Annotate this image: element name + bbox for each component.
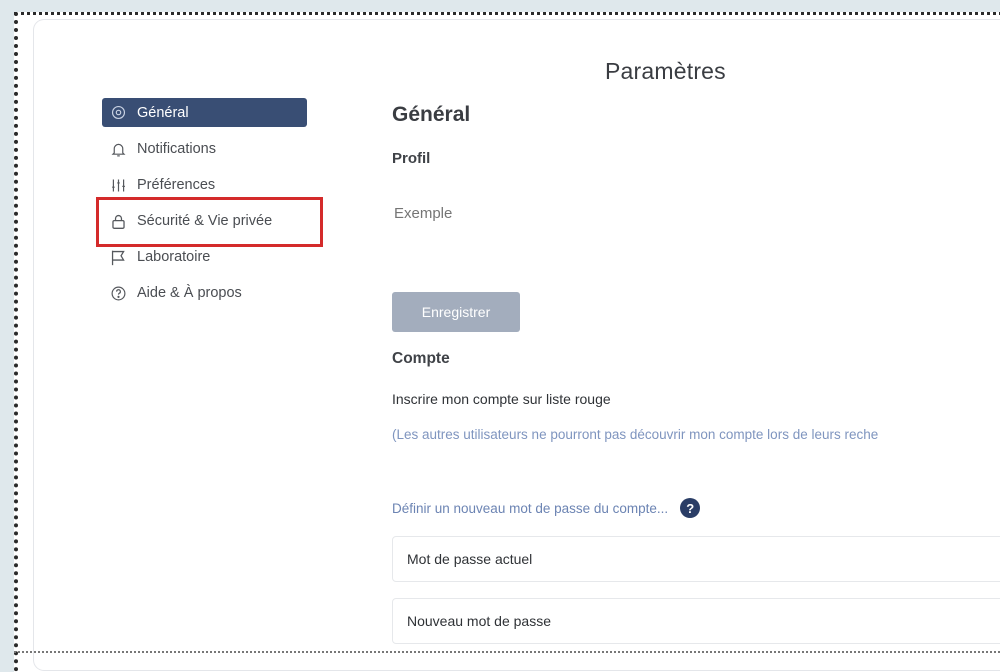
display-name-input[interactable] <box>392 204 796 223</box>
set-password-link[interactable]: Définir un nouveau mot de passe du compt… <box>392 501 668 516</box>
sidebar-item-label: Laboratoire <box>137 249 211 265</box>
blacklist-toggle-label[interactable]: Inscrire mon compte sur liste rouge <box>392 391 611 407</box>
password-change-row: Définir un nouveau mot de passe du compt… <box>392 498 701 518</box>
sidebar-item-label: Préférences <box>137 177 216 193</box>
sidebar-item-label: Général <box>137 104 189 121</box>
sidebar-item-notifications[interactable]: Notifications <box>102 131 312 167</box>
gear-icon <box>109 104 127 122</box>
account-heading: Compte <box>392 350 450 367</box>
sidebar-item-label: Notifications <box>137 141 216 157</box>
blacklist-hint: (Les autres utilisateurs ne pourront pas… <box>392 427 879 442</box>
section-title: Général <box>392 103 471 126</box>
flag-icon <box>109 248 127 266</box>
bell-icon <box>109 140 127 158</box>
sidebar-item-general[interactable]: Général <box>102 98 307 127</box>
profile-heading: Profil <box>392 150 431 167</box>
current-password-field[interactable] <box>392 536 1000 582</box>
frame-bottom-border <box>14 651 1000 653</box>
question-icon[interactable]: ? <box>680 498 701 518</box>
annotation-highlight-box <box>96 197 323 247</box>
save-button[interactable]: Enregistrer <box>392 292 520 332</box>
new-password-field[interactable] <box>392 598 1000 644</box>
dialog-title: Paramètres <box>605 58 726 84</box>
sidebar-item-label: Aide & À propos <box>137 285 242 301</box>
help-circle-icon <box>109 284 127 302</box>
sliders-icon <box>109 176 127 194</box>
sidebar-item-help-about[interactable]: Aide & À propos <box>102 275 312 311</box>
